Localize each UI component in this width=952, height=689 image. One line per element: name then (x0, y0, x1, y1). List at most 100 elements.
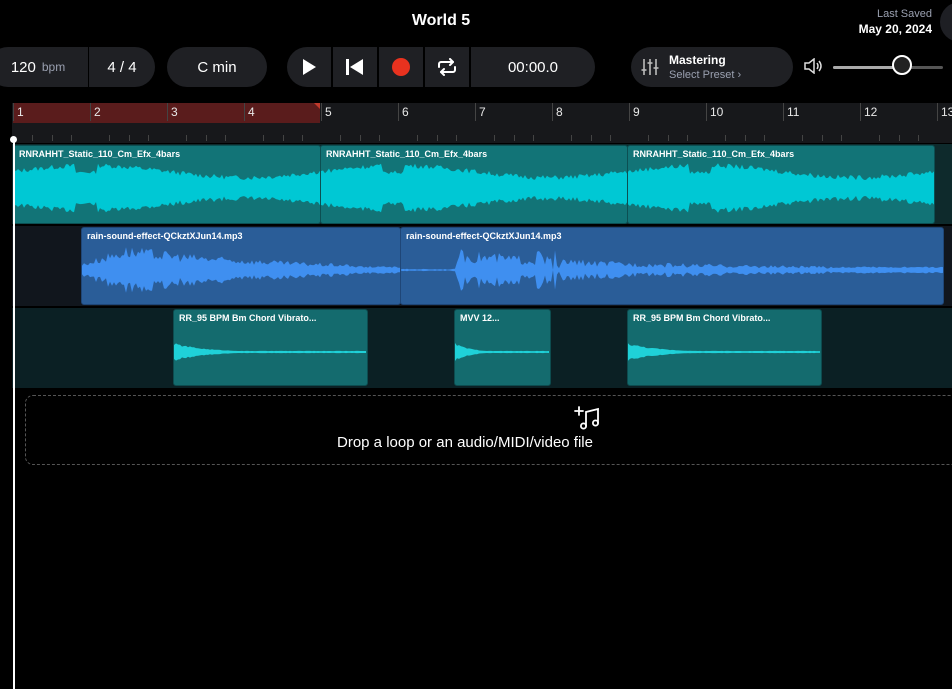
beat-tick (513, 135, 515, 141)
volume-slider[interactable] (833, 66, 943, 69)
bar-tick (90, 103, 91, 121)
waveform-shape (321, 163, 627, 213)
speaker-icon[interactable] (804, 57, 822, 79)
beat-tick (436, 135, 438, 141)
clip-name: RNRAHHT_Static_110_Cm_Efx_4bars (326, 149, 488, 159)
mastering-preset-button[interactable]: Mastering Select Preset › (631, 47, 793, 87)
beat-tick (417, 135, 419, 141)
audio-clip[interactable]: RNRAHHT_Static_110_Cm_Efx_4bars (627, 145, 935, 224)
bar-tick (783, 103, 784, 121)
beat-tick (494, 135, 496, 141)
waveform (321, 163, 627, 213)
beat-tick (763, 135, 765, 141)
clip-name: MVV 12... (460, 313, 500, 323)
waveform (14, 163, 320, 213)
beat-tick (301, 135, 303, 141)
bar-number: 2 (94, 105, 101, 119)
waveform (628, 163, 934, 213)
add-music-icon (573, 406, 601, 437)
beat-tick (802, 135, 804, 141)
audio-clip[interactable]: RNRAHHT_Static_110_Cm_Efx_4bars (13, 145, 321, 224)
volume-thumb[interactable] (892, 55, 913, 75)
bar-tick (398, 103, 399, 121)
beat-tick (879, 135, 881, 141)
beat-tick (378, 135, 380, 141)
bar-tick (321, 103, 322, 121)
waveform (401, 249, 943, 291)
beat-tick (590, 135, 592, 141)
time-signature-control[interactable]: 4 / 4 (89, 47, 155, 87)
bar-tick (244, 103, 245, 121)
beat-tick (821, 135, 823, 141)
bar-number: 11 (787, 105, 800, 119)
beat-tick (744, 135, 746, 141)
beat-tick (109, 135, 111, 141)
mastering-text: Mastering Select Preset › (669, 53, 741, 81)
mixer-sliders-icon (631, 47, 669, 87)
bar-number: 9 (633, 105, 640, 119)
beat-tick (340, 135, 342, 141)
clip-name: RNRAHHT_Static_110_Cm_Efx_4bars (19, 149, 181, 159)
transport-controls: 00:00.0 (287, 47, 595, 87)
profile-button[interactable] (940, 2, 952, 42)
bar-tick (629, 103, 630, 121)
audio-clip[interactable]: RR_95 BPM Bm Chord Vibrato... (627, 309, 822, 386)
clip-name: rain-sound-effect-QCkztXJun14.mp3 (87, 231, 243, 241)
beat-tick (686, 135, 688, 141)
beat-tick (282, 135, 284, 141)
bar-tick (167, 103, 168, 121)
beat-tick (70, 135, 72, 141)
clip-name: rain-sound-effect-QCkztXJun14.mp3 (406, 231, 562, 241)
bar-number: 13 (941, 105, 952, 119)
last-saved-label: Last Saved (876, 8, 932, 20)
project-title[interactable]: World 5 (0, 12, 882, 30)
bar-number: 10 (710, 105, 724, 119)
clip-name: RR_95 BPM Bm Chord Vibrato... (633, 313, 771, 323)
waveform-shape (174, 343, 366, 361)
mastering-subtitle: Select Preset › (669, 69, 742, 81)
audio-clip[interactable]: RNRAHHT_Static_110_Cm_Efx_4bars (320, 145, 628, 224)
chevron-right-icon: › (737, 69, 742, 81)
audio-clip[interactable]: rain-sound-effect-QCkztXJun14.mp3 (400, 227, 944, 305)
beat-tick (532, 135, 534, 141)
waveform (455, 343, 549, 361)
loop-icon (438, 58, 456, 76)
beat-tick (186, 135, 188, 141)
waveform (628, 343, 820, 361)
beat-tick (648, 135, 650, 141)
audio-clip[interactable]: rain-sound-effect-QCkztXJun14.mp3 (81, 227, 401, 305)
bar-tick (937, 103, 938, 121)
bar-tick (552, 103, 553, 121)
tempo-unit: bpm (41, 60, 66, 74)
tempo-control[interactable]: 120 bpm (0, 47, 89, 87)
last-saved-info: Last Saved May 20, 2024 (859, 8, 932, 36)
key-selector[interactable]: C min (167, 47, 267, 87)
beat-tick (224, 135, 226, 141)
audio-clip[interactable]: RR_95 BPM Bm Chord Vibrato... (173, 309, 368, 386)
beat-tick (667, 135, 669, 141)
tempo-value: 120 (10, 58, 36, 76)
record-button[interactable] (379, 47, 425, 87)
record-icon (392, 58, 410, 76)
beat-tick (898, 135, 900, 141)
mastering-title: Mastering (669, 53, 726, 67)
loop-toggle-button[interactable] (425, 47, 471, 87)
beat-tick (455, 135, 457, 141)
bar-number: 5 (325, 105, 332, 119)
play-button[interactable] (287, 47, 333, 87)
playhead[interactable] (13, 140, 15, 689)
audio-clip[interactable]: MVV 12... (454, 309, 551, 386)
beat-tick (840, 135, 842, 141)
beat-tick (51, 135, 53, 141)
skip-to-start-button[interactable] (333, 47, 379, 87)
bar-number: 6 (402, 105, 409, 119)
bar-tick (706, 103, 707, 121)
waveform-shape (82, 247, 400, 293)
playhead-handle[interactable] (10, 136, 17, 143)
bar-number: 8 (556, 105, 563, 119)
loop-end-marker[interactable] (314, 103, 320, 109)
beat-tick (359, 135, 361, 141)
beat-tick (263, 135, 265, 141)
drop-zone[interactable] (25, 395, 952, 465)
beat-tick (571, 135, 573, 141)
